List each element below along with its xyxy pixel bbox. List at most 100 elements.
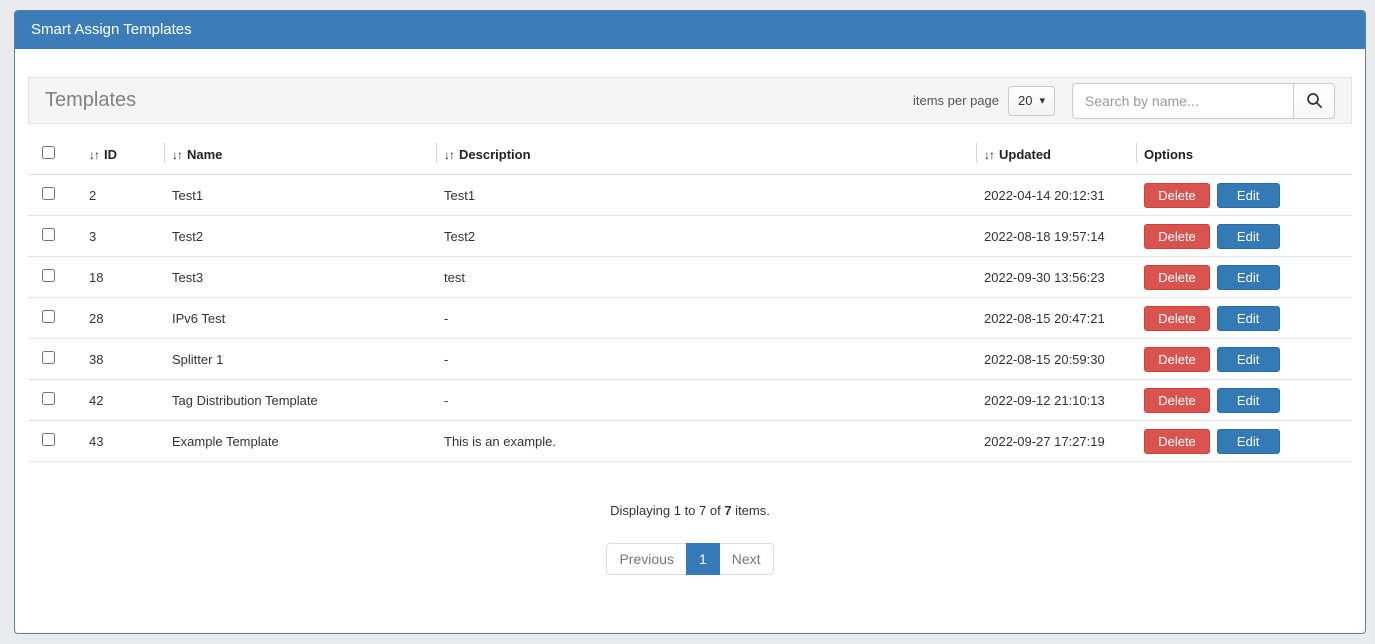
row-checkbox[interactable] — [42, 351, 55, 364]
edit-button[interactable]: Edit — [1217, 347, 1280, 372]
row-select-cell — [28, 380, 81, 421]
items-per-page-value: 20 — [1018, 93, 1032, 108]
chevron-down-icon: ▾ — [1039, 94, 1045, 107]
row-name: Tag Distribution Template — [164, 380, 436, 421]
row-name: Test3 — [164, 257, 436, 298]
page-title: Smart Assign Templates — [15, 11, 1365, 49]
sort-icon[interactable]: ↓↑ — [984, 148, 994, 162]
row-name: Splitter 1 — [164, 339, 436, 380]
row-select-cell — [28, 298, 81, 339]
row-id: 43 — [81, 421, 164, 462]
row-options-cell: Delete Edit — [1136, 257, 1352, 298]
row-description: Test1 — [436, 175, 976, 216]
pagination: Previous 1 Next — [28, 543, 1352, 575]
templates-panel: Smart Assign Templates Templates items p… — [14, 10, 1366, 634]
items-per-page-select[interactable]: 20 ▾ — [1008, 86, 1055, 116]
table-body: 2 Test1 Test1 2022-04-14 20:12:31 Delete… — [28, 175, 1352, 462]
row-select-cell — [28, 257, 81, 298]
delete-button[interactable]: Delete — [1144, 306, 1210, 331]
delete-button[interactable]: Delete — [1144, 429, 1210, 454]
summary-total: 7 — [724, 503, 731, 518]
edit-button[interactable]: Edit — [1217, 306, 1280, 331]
row-updated: 2022-09-27 17:27:19 — [976, 421, 1136, 462]
sort-icon[interactable]: ↓↑ — [444, 148, 454, 162]
table-row: 28 IPv6 Test - 2022-08-15 20:47:21 Delet… — [28, 298, 1352, 339]
delete-button[interactable]: Delete — [1144, 265, 1210, 290]
row-updated: 2022-08-15 20:47:21 — [976, 298, 1136, 339]
row-updated: 2022-08-18 19:57:14 — [976, 216, 1136, 257]
row-id: 42 — [81, 380, 164, 421]
row-description: - — [436, 380, 976, 421]
row-options-cell: Delete Edit — [1136, 339, 1352, 380]
row-description: Test2 — [436, 216, 976, 257]
items-per-page-label: items per page — [913, 93, 999, 108]
table-row: 42 Tag Distribution Template - 2022-09-1… — [28, 380, 1352, 421]
row-id: 38 — [81, 339, 164, 380]
row-checkbox[interactable] — [42, 187, 55, 200]
next-page-button[interactable]: Next — [719, 543, 774, 575]
row-checkbox[interactable] — [42, 228, 55, 241]
table-row: 18 Test3 test 2022-09-30 13:56:23 Delete… — [28, 257, 1352, 298]
previous-page-button[interactable]: Previous — [606, 543, 686, 575]
section-heading: Templates — [45, 89, 136, 112]
row-description: This is an example. — [436, 421, 976, 462]
column-header-name[interactable]: ↓↑Name — [164, 134, 436, 175]
delete-button[interactable]: Delete — [1144, 183, 1210, 208]
row-description: - — [436, 298, 976, 339]
column-header-updated[interactable]: ↓↑Updated — [976, 134, 1136, 175]
search-button[interactable] — [1293, 83, 1335, 119]
select-all-checkbox[interactable] — [42, 146, 55, 159]
row-updated: 2022-04-14 20:12:31 — [976, 175, 1136, 216]
row-description: - — [436, 339, 976, 380]
summary-suffix: items. — [732, 503, 770, 518]
edit-button[interactable]: Edit — [1217, 183, 1280, 208]
row-id: 28 — [81, 298, 164, 339]
sort-icon[interactable]: ↓↑ — [172, 148, 182, 162]
edit-button[interactable]: Edit — [1217, 265, 1280, 290]
edit-button[interactable]: Edit — [1217, 224, 1280, 249]
row-select-cell — [28, 216, 81, 257]
delete-button[interactable]: Delete — [1144, 224, 1210, 249]
row-name: Example Template — [164, 421, 436, 462]
search-icon — [1306, 92, 1323, 109]
row-id: 2 — [81, 175, 164, 216]
edit-button[interactable]: Edit — [1217, 388, 1280, 413]
table-row: 3 Test2 Test2 2022-08-18 19:57:14 Delete… — [28, 216, 1352, 257]
delete-button[interactable]: Delete — [1144, 347, 1210, 372]
delete-button[interactable]: Delete — [1144, 388, 1210, 413]
search-input[interactable] — [1072, 83, 1294, 119]
column-header-options: Options — [1136, 134, 1352, 175]
row-id: 18 — [81, 257, 164, 298]
row-name: IPv6 Test — [164, 298, 436, 339]
table-row: 38 Splitter 1 - 2022-08-15 20:59:30 Dele… — [28, 339, 1352, 380]
row-options-cell: Delete Edit — [1136, 216, 1352, 257]
table-row: 43 Example Template This is an example. … — [28, 421, 1352, 462]
panel-body: Templates items per page 20 ▾ — [15, 49, 1365, 575]
row-checkbox[interactable] — [42, 269, 55, 282]
table-header-row: ↓↑ID ↓↑Name ↓↑Description ↓↑Updated Opti… — [28, 134, 1352, 175]
results-summary: Displaying 1 to 7 of 7 items. — [28, 503, 1352, 518]
row-updated: 2022-08-15 20:59:30 — [976, 339, 1136, 380]
row-checkbox[interactable] — [42, 392, 55, 405]
row-name: Test1 — [164, 175, 436, 216]
row-id: 3 — [81, 216, 164, 257]
toolbar-controls: items per page 20 ▾ — [913, 83, 1335, 119]
column-header-id[interactable]: ↓↑ID — [81, 134, 164, 175]
row-select-cell — [28, 421, 81, 462]
templates-table: ↓↑ID ↓↑Name ↓↑Description ↓↑Updated Opti… — [28, 134, 1352, 462]
page-1-button[interactable]: 1 — [686, 543, 720, 575]
summary-prefix: Displaying 1 to 7 of — [610, 503, 724, 518]
table-row: 2 Test1 Test1 2022-04-14 20:12:31 Delete… — [28, 175, 1352, 216]
row-options-cell: Delete Edit — [1136, 175, 1352, 216]
row-select-cell — [28, 175, 81, 216]
row-updated: 2022-09-12 21:10:13 — [976, 380, 1136, 421]
sort-icon[interactable]: ↓↑ — [89, 148, 99, 162]
row-checkbox[interactable] — [42, 433, 55, 446]
row-select-cell — [28, 339, 81, 380]
column-header-description[interactable]: ↓↑Description — [436, 134, 976, 175]
edit-button[interactable]: Edit — [1217, 429, 1280, 454]
row-options-cell: Delete Edit — [1136, 298, 1352, 339]
row-updated: 2022-09-30 13:56:23 — [976, 257, 1136, 298]
row-checkbox[interactable] — [42, 310, 55, 323]
select-all-cell — [28, 134, 81, 175]
